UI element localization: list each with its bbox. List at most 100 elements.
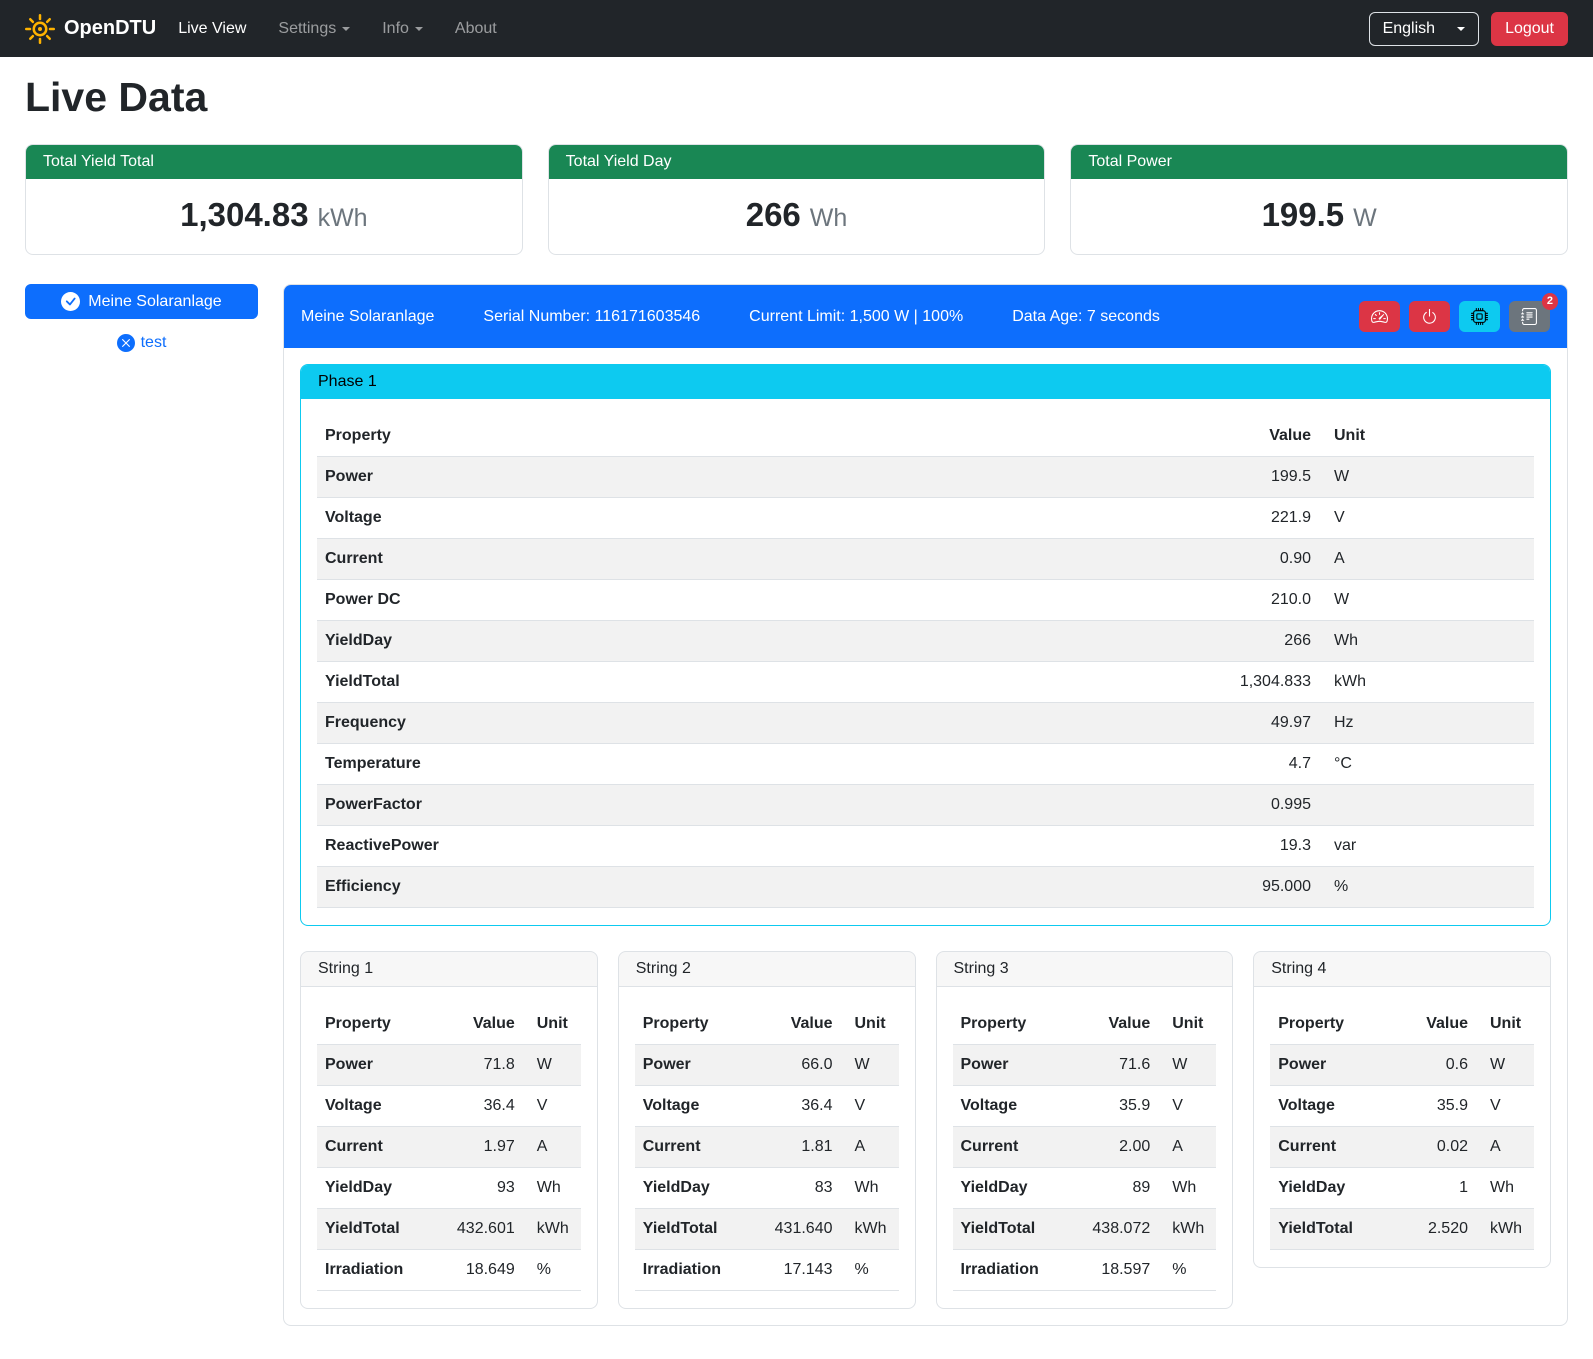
nav-item-settings[interactable]: Settings bbox=[278, 12, 350, 46]
unit-cell: Wh bbox=[523, 1168, 581, 1209]
navbar: OpenDTU Live View Settings Info About En… bbox=[0, 0, 1593, 57]
unit-cell: V bbox=[523, 1086, 581, 1127]
summary-card-title: Total Yield Total bbox=[26, 145, 522, 179]
property-cell: Current bbox=[317, 1127, 435, 1168]
property-cell: YieldDay bbox=[317, 621, 1179, 662]
value-cell: 1.97 bbox=[435, 1127, 523, 1168]
unit-cell: A bbox=[1158, 1127, 1216, 1168]
column-header-value: Value bbox=[753, 1004, 841, 1045]
string-card: String 4 Property Value Unit Power 0.6 W… bbox=[1253, 951, 1551, 1268]
table-row: Temperature 4.7 °C bbox=[317, 744, 1534, 785]
event-log-button[interactable]: 2 bbox=[1509, 301, 1550, 332]
unit-cell: % bbox=[1158, 1250, 1216, 1291]
table-row: YieldDay 93 Wh bbox=[317, 1168, 581, 1209]
summary-card-body: 199.5 W bbox=[1071, 179, 1567, 254]
value-cell: 266 bbox=[1179, 621, 1319, 662]
unit-cell: °C bbox=[1319, 744, 1534, 785]
table-row: YieldTotal 2.520 kWh bbox=[1270, 1209, 1534, 1250]
column-header-property: Property bbox=[317, 1004, 435, 1045]
chevron-down-icon bbox=[1457, 27, 1465, 31]
value-cell: 199.5 bbox=[1179, 457, 1319, 498]
string-card-body: Property Value Unit Power 71.6 W Voltage… bbox=[937, 987, 1233, 1308]
unit-cell: Hz bbox=[1319, 703, 1534, 744]
device-info-button[interactable] bbox=[1459, 301, 1500, 332]
check-circle-icon bbox=[61, 292, 80, 311]
unit-cell: kWh bbox=[523, 1209, 581, 1250]
summary-unit: Wh bbox=[810, 204, 848, 232]
string-table: Property Value Unit Power 71.8 W Voltage… bbox=[317, 1004, 581, 1291]
value-cell: 431.640 bbox=[753, 1209, 841, 1250]
table-row: PowerFactor 0.995 bbox=[317, 785, 1534, 826]
summary-card-body: 1,304.83kWh bbox=[26, 179, 522, 254]
unit-cell: W bbox=[1476, 1045, 1534, 1086]
logout-button[interactable]: Logout bbox=[1491, 12, 1568, 46]
value-cell: 438.072 bbox=[1070, 1209, 1158, 1250]
x-circle-icon bbox=[117, 334, 135, 352]
inverter-select-label: Meine Solaranlage bbox=[88, 293, 221, 311]
unit-cell: W bbox=[841, 1045, 899, 1086]
string-card-title: String 3 bbox=[937, 952, 1233, 987]
table-row: ReactivePower 19.3 var bbox=[317, 826, 1534, 867]
sun-logo-icon bbox=[25, 14, 55, 44]
column-header-property: Property bbox=[1270, 1004, 1388, 1045]
inverter-card-body: Phase 1 Property Value Unit bbox=[284, 348, 1567, 1325]
limit-settings-button[interactable] bbox=[1359, 301, 1400, 332]
unit-cell: W bbox=[1158, 1045, 1216, 1086]
string-card-title: String 1 bbox=[301, 952, 597, 987]
unit-cell: V bbox=[1476, 1086, 1534, 1127]
main-column: Meine Solaranlage Serial Number: 1161716… bbox=[283, 284, 1568, 1326]
unit-cell: V bbox=[1158, 1086, 1216, 1127]
event-count-badge: 2 bbox=[1542, 293, 1558, 310]
table-header-row: Property Value Unit bbox=[635, 1004, 899, 1045]
value-cell: 89 bbox=[1070, 1168, 1158, 1209]
sidebar-item-test[interactable]: test bbox=[25, 334, 258, 352]
unit-cell: % bbox=[1319, 867, 1534, 908]
summary-value: 199.5 bbox=[1262, 196, 1345, 233]
inverter-actions: 2 bbox=[1359, 301, 1550, 332]
content-row: Meine Solaranlage test Meine Solaranlage… bbox=[25, 284, 1568, 1326]
table-row: Power 71.8 W bbox=[317, 1045, 581, 1086]
property-cell: Current bbox=[317, 539, 1179, 580]
summary-unit: W bbox=[1353, 204, 1377, 232]
column-header-unit: Unit bbox=[523, 1004, 581, 1045]
property-cell: Voltage bbox=[953, 1086, 1071, 1127]
unit-cell: kWh bbox=[1158, 1209, 1216, 1250]
nav-item-about[interactable]: About bbox=[455, 12, 497, 46]
nav-item-info[interactable]: Info bbox=[382, 12, 423, 46]
table-row: YieldDay 266 Wh bbox=[317, 621, 1534, 662]
property-cell: YieldDay bbox=[953, 1168, 1071, 1209]
property-cell: Efficiency bbox=[317, 867, 1179, 908]
value-cell: 35.9 bbox=[1388, 1086, 1476, 1127]
language-select-value: English bbox=[1383, 20, 1435, 38]
summary-card-body: 266Wh bbox=[549, 179, 1045, 254]
value-cell: 4.7 bbox=[1179, 744, 1319, 785]
language-select[interactable]: English bbox=[1369, 12, 1479, 46]
summary-card-title: Total Power bbox=[1071, 145, 1567, 179]
cpu-icon bbox=[1471, 308, 1488, 325]
power-button[interactable] bbox=[1409, 301, 1450, 332]
table-header-row: Property Value Unit bbox=[1270, 1004, 1534, 1045]
navbar-right: English Logout bbox=[1369, 12, 1568, 46]
string-card: String 1 Property Value Unit Power 71.8 … bbox=[300, 951, 598, 1309]
string-card-body: Property Value Unit Power 66.0 W Voltage… bbox=[619, 987, 915, 1308]
inverter-select-button[interactable]: Meine Solaranlage bbox=[25, 284, 258, 319]
table-row: Frequency 49.97 Hz bbox=[317, 703, 1534, 744]
table-row: Irradiation 18.597 % bbox=[953, 1250, 1217, 1291]
property-cell: YieldTotal bbox=[635, 1209, 753, 1250]
app-brand[interactable]: OpenDTU bbox=[25, 14, 156, 44]
nav-item-live-view[interactable]: Live View bbox=[178, 12, 246, 46]
brand-label: OpenDTU bbox=[64, 17, 156, 40]
value-cell: 1.81 bbox=[753, 1127, 841, 1168]
value-cell: 1,304.833 bbox=[1179, 662, 1319, 703]
unit-cell: W bbox=[1319, 580, 1534, 621]
table-row: YieldTotal 438.072 kWh bbox=[953, 1209, 1217, 1250]
property-cell: Frequency bbox=[317, 703, 1179, 744]
property-cell: Power bbox=[635, 1045, 753, 1086]
value-cell: 95.000 bbox=[1179, 867, 1319, 908]
phase-table-body: Power 199.5 W Voltage 221.9 V Current 0.… bbox=[317, 457, 1534, 908]
caret-down-icon bbox=[415, 27, 423, 31]
value-cell: 71.8 bbox=[435, 1045, 523, 1086]
summary-card-title: Total Yield Day bbox=[549, 145, 1045, 179]
value-cell: 432.601 bbox=[435, 1209, 523, 1250]
property-cell: YieldTotal bbox=[953, 1209, 1071, 1250]
